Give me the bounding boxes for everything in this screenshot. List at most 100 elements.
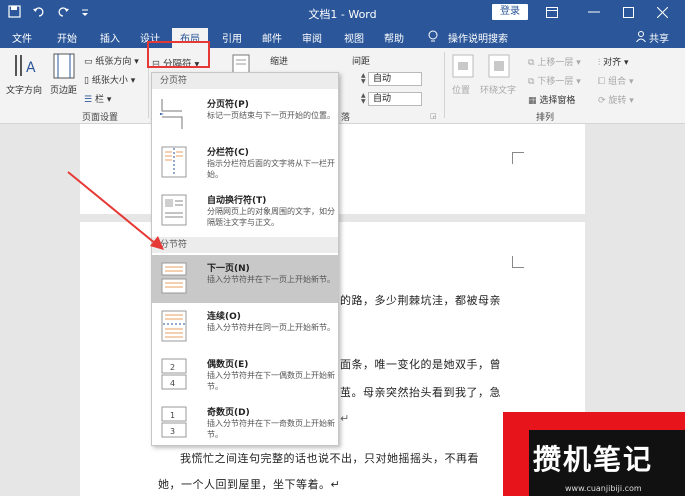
menu-item-title: 奇数页(D) <box>207 408 250 418</box>
paragraph-group-title: 落 <box>341 113 351 123</box>
menu-item-title: 分栏符(C) <box>207 148 249 158</box>
spinner-arrows[interactable]: ▲ ▼ <box>361 93 368 105</box>
align-label: 对齐 <box>603 58 622 68</box>
tell-me-search[interactable]: 操作说明搜索 <box>448 30 508 45</box>
indent-label: 缩进 <box>270 57 289 67</box>
breaks-button-highlight <box>147 41 210 68</box>
divider <box>444 52 445 118</box>
size-button[interactable]: ▯ 纸张大小 ▾ <box>84 73 135 86</box>
tab-help[interactable]: 帮助 <box>384 30 404 45</box>
group-icon: ⧠ <box>598 77 606 87</box>
menu-item-title: 连续(O) <box>207 312 241 322</box>
menu-item-title: 偶数页(E) <box>207 360 249 370</box>
dialog-launcher-icon[interactable]: ◲ <box>430 112 437 120</box>
spacing-before-value: 自动 <box>373 74 392 84</box>
svg-text:A: A <box>26 60 36 76</box>
send-backward-label: 下移一层 <box>537 77 574 87</box>
tab-home[interactable]: 开始 <box>57 30 77 45</box>
selection-pane-button[interactable]: ▦ 选择窗格 <box>528 93 575 106</box>
maximize-icon[interactable] <box>618 3 638 21</box>
login-button[interactable]: 登录 <box>492 4 528 20</box>
menu-item-continuous[interactable]: 连续(O) 插入分节符并在同一页上开始新节。 <box>152 303 338 351</box>
margin-corner-mark <box>512 256 524 268</box>
bring-forward-icon: ⧉ <box>528 58 535 68</box>
align-button[interactable]: ⫶ 对齐 ▾ <box>598 55 629 68</box>
size-label: 纸张大小 <box>91 76 128 86</box>
text-direction-icon[interactable]: A <box>12 52 38 85</box>
bring-forward-button[interactable]: ⧉ 上移一层 ▾ <box>528 55 581 68</box>
margins-label[interactable]: 页边距 <box>50 83 77 96</box>
wrap-text-icon[interactable] <box>488 54 510 81</box>
tab-references[interactable]: 引用 <box>222 30 242 45</box>
logo-text: 攒机笔记 <box>533 443 654 476</box>
menu-item-column-break[interactable]: 分栏符(C) 指示分栏符后面的文字将从下一栏开始。 <box>152 139 338 187</box>
menu-item-next-page[interactable]: 下一页(N) 插入分节符并在下一页上开始新节。 <box>152 255 338 303</box>
selection-pane-label: 选择窗格 <box>539 96 576 106</box>
menu-item-description: 插入分节符并在同一页上开始新节。 <box>207 323 335 332</box>
spinner-arrows[interactable]: ▲ ▼ <box>361 73 368 85</box>
menu-item-description: 插入分节符并在下一奇数页上开始新节。 <box>207 419 335 439</box>
menu-item-text-wrapping-break[interactable]: 自动换行符(T) 分隔网页上的对象周围的文字，如分隔题注文字与正文。 <box>152 187 338 235</box>
group-label: 组合 <box>608 77 627 87</box>
ribbon-display-icon[interactable] <box>542 3 562 21</box>
window-title: 文档1 - Word <box>308 8 377 21</box>
spacing-after-value: 自动 <box>373 94 392 104</box>
doc-paragraph-line: 茧。母亲突然抬头看到我了，急 <box>340 386 501 399</box>
menu-item-description: 分隔网页上的对象周围的文字，如分隔题注文字与正文。 <box>207 207 335 227</box>
columns-label: 栏 <box>94 95 104 105</box>
columns-button[interactable]: ☰ 栏 ▾ <box>84 92 111 105</box>
svg-text:3: 3 <box>170 427 175 436</box>
column-break-icon <box>160 145 190 179</box>
menu-item-even-page[interactable]: 24 偶数页(E) 插入分节符并在下一偶数页上开始新节。 <box>152 351 338 399</box>
logo-url: www.cuanjibiji.com <box>565 484 642 493</box>
menu-item-title: 自动换行符(T) <box>207 196 267 206</box>
menu-item-title: 分页符(P) <box>207 100 249 110</box>
arrange-group-title: 排列 <box>536 113 555 123</box>
word-window: { "titlebar": { "title": "文档1 - Word", "… <box>0 0 685 496</box>
menu-item-odd-page[interactable]: 13 奇数页(D) 插入分节符并在下一奇数页上开始新节。 <box>152 399 338 447</box>
size-icon: ▯ <box>84 76 89 86</box>
svg-text:1: 1 <box>170 411 175 420</box>
margins-icon[interactable] <box>52 52 76 83</box>
menu-item-page-break[interactable]: 分页符(P) 标记一页结束与下一页开始的位置。 <box>152 91 338 139</box>
next-page-section-icon <box>160 261 190 295</box>
selection-pane-icon: ▦ <box>528 96 537 106</box>
tab-file[interactable]: 文件 <box>12 30 32 45</box>
title-bar: 文档1 - Word 登录 <box>0 0 685 26</box>
doc-paragraph-line: 面条，唯一变化的是她双手，曾 <box>340 358 501 371</box>
text-direction-label[interactable]: 文字方向 <box>6 83 42 96</box>
minimize-icon[interactable] <box>584 3 604 21</box>
menu-item-description: 标记一页结束与下一页开始的位置。 <box>207 111 335 120</box>
spacing-label: 间距 <box>352 57 371 67</box>
share-button[interactable]: 共享 <box>635 30 669 45</box>
close-icon[interactable] <box>652 3 672 21</box>
menu-item-description: 指示分栏符后面的文字将从下一栏开始。 <box>207 159 335 179</box>
align-icon: ⫶ <box>598 58 601 68</box>
orientation-button[interactable]: ▭ 纸张方向 ▾ <box>84 54 139 67</box>
odd-page-section-icon: 13 <box>160 405 190 439</box>
text-wrapping-break-icon <box>160 193 190 227</box>
doc-paragraph-line: 的路，多少荆棘坑洼，都被母亲 <box>340 294 501 307</box>
paragraph-mark: ↵ <box>340 412 350 425</box>
position-label[interactable]: 位置 <box>452 83 470 96</box>
position-icon[interactable] <box>452 54 474 81</box>
page-break-icon <box>160 97 190 131</box>
tab-insert[interactable]: 插入 <box>100 30 120 45</box>
page-setup-group-title: 页面设置 <box>82 113 119 123</box>
bring-forward-label: 上移一层 <box>537 58 574 68</box>
margin-corner-mark <box>512 152 524 164</box>
spacing-before-input[interactable]: ▲ ▼ 自动 <box>361 72 422 86</box>
spacing-after-input[interactable]: ▲ ▼ 自动 <box>361 92 422 106</box>
tab-review[interactable]: 审阅 <box>302 30 322 45</box>
tab-view[interactable]: 视图 <box>344 30 364 45</box>
tab-mailings[interactable]: 邮件 <box>262 30 282 45</box>
group-button[interactable]: ⧠ 组合 ▾ <box>598 74 633 87</box>
share-label: 共享 <box>649 34 669 45</box>
send-backward-button[interactable]: ⧉ 下移一层 ▾ <box>528 74 581 87</box>
continuous-section-icon <box>160 309 190 343</box>
lightbulb-icon <box>428 30 438 46</box>
wrap-text-label[interactable]: 环绕文字 <box>480 83 516 96</box>
rotate-button[interactable]: ⟳ 旋转 ▾ <box>598 93 634 106</box>
send-backward-icon: ⧉ <box>528 77 535 87</box>
orientation-icon: ▭ <box>84 57 93 67</box>
